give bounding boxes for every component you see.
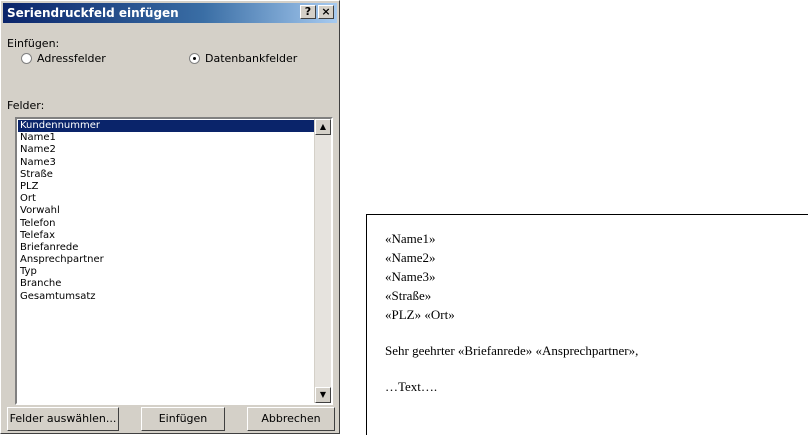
doc-line: «Name1» xyxy=(385,231,436,246)
doc-line: «Name3» xyxy=(385,269,436,284)
cancel-button[interactable]: Abbrechen xyxy=(247,407,335,431)
field-list-item[interactable]: Name1 xyxy=(18,132,314,144)
radio-checked-icon xyxy=(189,53,200,64)
field-list-item[interactable]: Branche xyxy=(18,278,314,290)
dialog-title: Seriendruckfeld einfügen xyxy=(7,6,179,20)
vertical-scrollbar[interactable]: ▲ ▼ xyxy=(314,119,331,403)
doc-line: «Straße» xyxy=(385,288,432,303)
insert-label: Einfügen: xyxy=(7,37,60,50)
document-page: «Name1» «Name2» «Name3» «Straße» «PLZ» «… xyxy=(366,214,808,435)
fields-label: Felder: xyxy=(7,99,45,112)
title-bar: Seriendruckfeld einfügen ? × xyxy=(3,3,337,23)
address-fields-label: Adressfelder xyxy=(37,52,106,65)
field-list-item[interactable]: Typ xyxy=(18,266,314,278)
body-text: …Text…. xyxy=(385,379,438,394)
field-list-item[interactable]: Name3 xyxy=(18,157,314,169)
address-fields-radio[interactable]: Adressfelder xyxy=(21,52,106,65)
doc-line: «PLZ» «Ort» xyxy=(385,307,455,322)
database-fields-radio[interactable]: Datenbankfelder xyxy=(189,52,297,65)
field-list-item[interactable]: Kundennummer xyxy=(17,119,315,134)
field-list-item[interactable]: Straße xyxy=(18,169,314,181)
scroll-up-icon[interactable]: ▲ xyxy=(315,119,331,135)
select-fields-button[interactable]: Felder auswählen... xyxy=(7,407,119,431)
field-list-item[interactable]: Telefon xyxy=(18,218,314,230)
radio-unchecked-icon xyxy=(21,53,32,64)
merge-field-dialog: Seriendruckfeld einfügen ? × Einfügen: A… xyxy=(0,0,340,434)
field-list-item[interactable]: Telefax xyxy=(18,230,314,242)
field-list-item[interactable]: Briefanrede xyxy=(18,242,314,254)
insert-button[interactable]: Einfügen xyxy=(141,407,225,431)
help-button[interactable]: ? xyxy=(300,5,316,19)
scroll-down-icon[interactable]: ▼ xyxy=(315,387,331,403)
salutation-line: Sehr geehrter «Briefanrede» «Ansprechpar… xyxy=(385,343,639,358)
fields-listbox[interactable]: Kundennummer Name1 Name2 Name3 Straße PLZ Ort V… xyxy=(15,117,333,405)
field-list-item[interactable]: Ort xyxy=(18,193,314,205)
database-fields-label: Datenbankfelder xyxy=(205,52,298,65)
fields-list: Kundennummer Name1 Name2 Name3 Straße PLZ Ort V… xyxy=(17,119,315,303)
close-button[interactable]: × xyxy=(318,5,334,19)
field-list-item[interactable]: Name2 xyxy=(18,144,314,156)
field-list-item[interactable]: Vorwahl xyxy=(18,205,314,217)
field-list-item[interactable]: Gesamtumsatz xyxy=(18,291,314,303)
doc-line: «Name2» xyxy=(385,250,436,265)
field-list-item[interactable]: PLZ xyxy=(18,181,314,193)
field-list-item[interactable]: Ansprechpartner xyxy=(18,254,314,266)
